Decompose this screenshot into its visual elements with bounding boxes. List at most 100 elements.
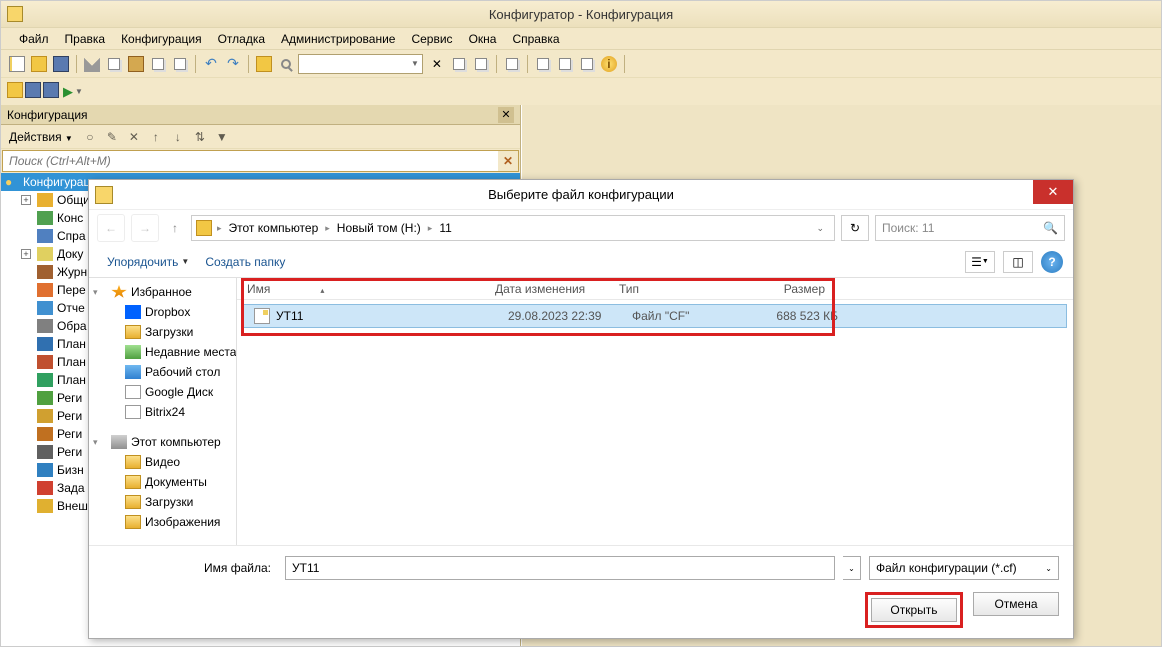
filetype-select[interactable]: Файл конфигурации (*.cf) ⌄ [869, 556, 1059, 580]
filename-input[interactable] [285, 556, 835, 580]
sidebar-item[interactable]: Загрузки [89, 492, 236, 512]
folder-icon [125, 495, 141, 509]
column-header-name[interactable]: Имя▴ [247, 282, 495, 296]
run-button[interactable]: ▶ [63, 84, 73, 100]
menu-service[interactable]: Сервис [403, 29, 460, 49]
help-button[interactable]: ? [1041, 251, 1063, 273]
tb-tool1[interactable] [502, 54, 522, 74]
file-list-header: Имя▴ Дата изменения Тип Размер [237, 278, 1073, 300]
filename-dropdown[interactable]: ⌄ [843, 556, 861, 580]
tb-nav2[interactable] [471, 54, 491, 74]
sidebar-item[interactable]: Документы [89, 472, 236, 492]
menu-help[interactable]: Справка [504, 29, 567, 49]
tree-icon [37, 265, 53, 279]
menu-debug[interactable]: Отладка [210, 29, 273, 49]
column-header-date[interactable]: Дата изменения [495, 282, 619, 296]
tb-nav1[interactable] [449, 54, 469, 74]
new-folder-button[interactable]: Создать папку [197, 251, 293, 273]
breadcrumb-dropdown[interactable]: ⌄ [810, 223, 830, 234]
dialog-search[interactable]: Поиск: 11 🔍 [875, 215, 1065, 241]
expand-icon[interactable]: + [21, 249, 31, 259]
secondary-toolbar: ▶ ▼ [1, 77, 1161, 105]
cut-button[interactable] [82, 54, 102, 74]
info-button[interactable]: i [599, 54, 619, 74]
preview-pane-button[interactable]: ◫ [1003, 251, 1033, 273]
goto-button[interactable] [254, 54, 274, 74]
search-dropdown[interactable]: ▼ [411, 59, 419, 68]
actions-dropdown[interactable]: Действия ▼ [5, 128, 77, 146]
run-dropdown[interactable]: ▼ [75, 87, 83, 96]
add-icon[interactable]: ○ [81, 128, 99, 146]
nav-forward-button[interactable]: → [131, 214, 159, 242]
filter-icon[interactable]: ▼ [213, 128, 231, 146]
menu-file[interactable]: Файл [11, 29, 57, 49]
sidebar-item[interactable]: Загрузки [89, 322, 236, 342]
refresh-button[interactable]: ↻ [841, 215, 869, 241]
copy-button[interactable] [104, 54, 124, 74]
compare-button[interactable] [148, 54, 168, 74]
config-search-clear[interactable]: ✕ [498, 151, 518, 171]
collapse-icon[interactable]: ▾ [93, 287, 98, 298]
column-header-size[interactable]: Размер [725, 282, 825, 296]
config-panel-close[interactable]: ✕ [498, 107, 514, 123]
column-header-type[interactable]: Тип [619, 282, 725, 296]
dialog-sidebar[interactable]: ▾Избранное Dropbox Загрузки Недавние мес… [89, 278, 237, 545]
sidebar-item[interactable]: Dropbox [89, 302, 236, 322]
tree-icon [37, 499, 53, 513]
undo-button[interactable]: ↶ [201, 54, 221, 74]
dialog-close-button[interactable]: ✕ [1033, 180, 1073, 204]
sidebar-item[interactable]: Рабочий стол [89, 362, 236, 382]
sidebar-group-favorites[interactable]: ▾Избранное [89, 282, 236, 302]
menu-windows[interactable]: Окна [461, 29, 505, 49]
sidebar-group-computer[interactable]: ▾Этот компьютер [89, 432, 236, 452]
view-mode-button[interactable]: ☰ ▼ [965, 251, 995, 273]
organize-dropdown[interactable]: Упорядочить ▼ [99, 251, 197, 273]
menu-administration[interactable]: Администрирование [273, 29, 403, 49]
syntax-check-button[interactable] [533, 54, 553, 74]
sidebar-item[interactable]: Изображения [89, 512, 236, 532]
new-button[interactable] [7, 54, 27, 74]
sort-icon[interactable]: ⇅ [191, 128, 209, 146]
db-button[interactable] [25, 82, 41, 101]
redo-button[interactable]: ↷ [223, 54, 243, 74]
breadcrumb-item[interactable]: Этот компьютер [227, 221, 321, 235]
update-db-button[interactable] [43, 82, 59, 101]
menubar: Файл Правка Конфигурация Отладка Админис… [1, 27, 1161, 49]
sidebar-item[interactable]: Видео [89, 452, 236, 472]
open-button[interactable] [29, 54, 49, 74]
clear-search-button[interactable]: ✕ [427, 54, 447, 74]
tree-button[interactable] [7, 82, 23, 101]
open-button[interactable]: Открыть [871, 598, 957, 622]
paste-button[interactable] [126, 54, 146, 74]
find-button[interactable] [276, 54, 296, 74]
breadcrumb-item[interactable]: 11 [437, 221, 453, 235]
nav-up-button[interactable]: ↑ [165, 214, 185, 242]
calendar-button[interactable] [577, 54, 597, 74]
tree-icon [37, 337, 53, 351]
sidebar-item[interactable]: Google Диск [89, 382, 236, 402]
expand-icon[interactable]: + [21, 195, 31, 205]
print-button[interactable] [170, 54, 190, 74]
nav-back-button[interactable]: ← [97, 214, 125, 242]
menu-edit[interactable]: Правка [57, 29, 114, 49]
cancel-button[interactable]: Отмена [973, 592, 1059, 616]
breadcrumb-item[interactable]: Новый том (H:) [335, 221, 423, 235]
config-search-input[interactable] [3, 151, 498, 171]
collapse-icon[interactable]: ▾ [93, 437, 98, 448]
toolbar-separator [195, 55, 196, 73]
tb-tool3[interactable] [555, 54, 575, 74]
sidebar-item[interactable]: Недавние места [89, 342, 236, 362]
up-icon[interactable]: ↑ [147, 128, 165, 146]
delete-icon[interactable]: ✕ [125, 128, 143, 146]
file-row-selected[interactable]: УТ11 29.08.2023 22:39 Файл "CF" 688 523 … [243, 304, 1067, 328]
menu-configuration[interactable]: Конфигурация [113, 29, 210, 49]
edit-icon[interactable]: ✎ [103, 128, 121, 146]
breadcrumb[interactable]: ▸ Этот компьютер ▸ Новый том (H:) ▸ 11 ⌄ [191, 215, 835, 241]
tree-icon [37, 229, 53, 243]
save-button[interactable] [51, 54, 71, 74]
main-toolbar: ↶ ↷ ▼ ✕ i [1, 49, 1161, 77]
toolbar-search-input[interactable] [298, 54, 423, 74]
down-icon[interactable]: ↓ [169, 128, 187, 146]
filename-row: Имя файла: ⌄ Файл конфигурации (*.cf) ⌄ [103, 556, 1059, 580]
sidebar-item[interactable]: Bitrix24 [89, 402, 236, 422]
